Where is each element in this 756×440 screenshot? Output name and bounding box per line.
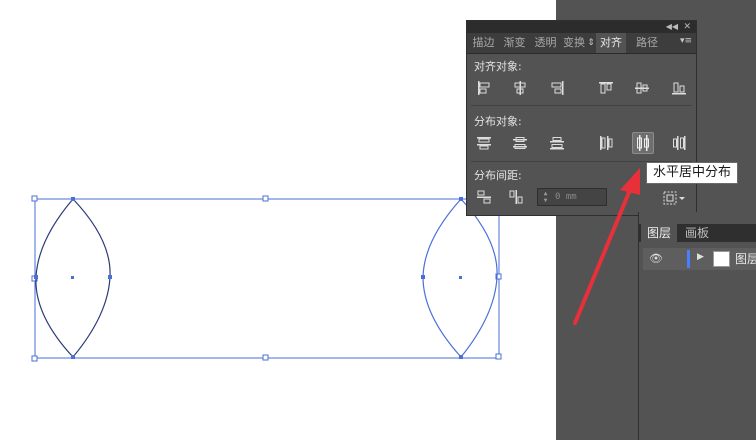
visibility-eye-icon[interactable]: 👁 bbox=[649, 252, 663, 265]
layer-row[interactable]: 👁 ▶ 图层 bbox=[643, 248, 756, 270]
align-objects-label: 对齐对象: bbox=[474, 60, 522, 73]
distribute-vertical-center-icon[interactable] bbox=[511, 134, 529, 152]
layer-thumbnail bbox=[713, 251, 730, 267]
align-vertical-center-icon[interactable] bbox=[633, 79, 651, 97]
handle-top-left bbox=[31, 195, 38, 202]
spinner-icon[interactable]: ▲ ▼ bbox=[540, 190, 551, 204]
handle-top-center bbox=[262, 195, 269, 202]
align-right-icon[interactable] bbox=[548, 79, 566, 97]
collapse-panel-icon[interactable]: ◀◀ bbox=[666, 21, 678, 33]
tab-overflow-icon[interactable]: ⇕ bbox=[586, 33, 596, 53]
leaf-shape-right[interactable] bbox=[421, 197, 498, 359]
expand-arrow-icon[interactable]: ▶ bbox=[697, 252, 704, 262]
tab-gradient[interactable]: 渐变 bbox=[500, 33, 529, 53]
selection-bounding-box[interactable] bbox=[31, 195, 502, 362]
section-divider bbox=[471, 105, 692, 106]
distribute-left-icon[interactable] bbox=[597, 134, 615, 152]
layer-name: 图层 bbox=[735, 252, 756, 266]
tab-align[interactable]: 对齐 bbox=[596, 33, 626, 53]
tab-artboards[interactable]: 画板 bbox=[679, 224, 715, 242]
leaf-shape-left[interactable] bbox=[34, 197, 112, 359]
distribute-bottom-icon[interactable] bbox=[548, 134, 566, 152]
tab-layers[interactable]: 图层 bbox=[641, 224, 678, 242]
align-horizontal-center-icon[interactable] bbox=[511, 79, 529, 97]
panel-menu-icon[interactable]: ▾≡ bbox=[680, 36, 692, 46]
handle-bottom-center bbox=[262, 354, 269, 361]
distribute-horizontal-center-icon[interactable] bbox=[632, 132, 654, 154]
distribute-objects-label: 分布对象: bbox=[474, 115, 522, 128]
distribute-right-icon[interactable] bbox=[670, 134, 688, 152]
handle-bottom-right bbox=[495, 353, 502, 360]
panel-tab-bar: 描边 渐变 透明 变换 ⇕ 对齐 路径 ▾≡ bbox=[467, 33, 696, 54]
align-left-icon[interactable] bbox=[475, 79, 493, 97]
active-layer-indicator bbox=[687, 250, 690, 268]
layers-panel: 图层 画板 👁 ▶ 图层 bbox=[638, 212, 756, 440]
layers-tab-bar: 图层 画板 bbox=[639, 224, 756, 242]
panel-titlebar[interactable]: ◀◀ ✕ bbox=[467, 21, 696, 33]
distribute-spacing-label: 分布间距: bbox=[474, 169, 522, 182]
tab-stroke[interactable]: 描边 bbox=[469, 33, 498, 53]
align-bottom-icon[interactable] bbox=[670, 79, 688, 97]
distribute-vertical-space-icon[interactable] bbox=[475, 188, 493, 206]
align-to-selection-icon[interactable] bbox=[661, 189, 687, 207]
tab-pathfinder[interactable]: 路径 bbox=[630, 33, 664, 53]
tab-transparency[interactable]: 透明 bbox=[531, 33, 560, 53]
align-top-icon[interactable] bbox=[597, 79, 615, 97]
handle-bottom-left bbox=[31, 355, 38, 362]
distribute-horizontal-space-icon[interactable] bbox=[507, 188, 525, 206]
close-icon[interactable]: ✕ bbox=[683, 21, 691, 33]
tab-transform[interactable]: 变换 bbox=[562, 33, 586, 53]
distribute-top-icon[interactable] bbox=[475, 134, 493, 152]
